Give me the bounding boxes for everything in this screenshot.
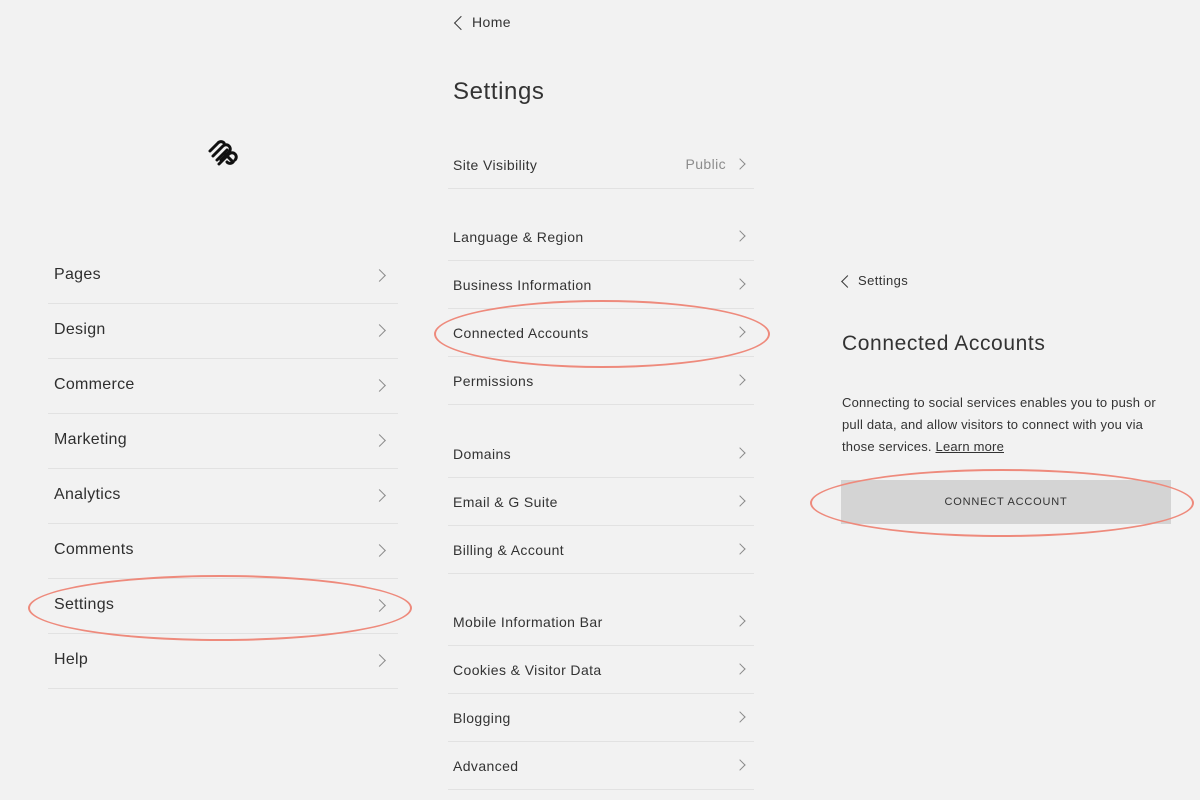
settings-item-label: Language & Region <box>453 229 584 245</box>
settings-item-permissions[interactable]: Permissions <box>448 357 754 405</box>
chevron-right-icon <box>373 654 386 667</box>
settings-back-label: Settings <box>858 273 909 288</box>
settings-group: Mobile Information Bar Cookies & Visitor … <box>448 598 754 790</box>
settings-item-connected-accounts[interactable]: Connected Accounts <box>448 309 754 357</box>
settings-back-link[interactable]: Settings <box>841 273 909 288</box>
home-back-label: Home <box>472 14 511 30</box>
chevron-right-icon <box>373 434 386 447</box>
settings-item-label: Email & G Suite <box>453 494 558 510</box>
settings-item-label: Business Information <box>453 277 592 293</box>
nav-item-comments[interactable]: Comments <box>48 524 398 579</box>
chevron-right-icon <box>373 324 386 337</box>
nav-item-label: Comments <box>54 541 134 558</box>
settings-item-mobile-information-bar[interactable]: Mobile Information Bar <box>448 598 754 646</box>
chevron-right-icon <box>373 489 386 502</box>
settings-panel: Home Settings Site Visibility Public Langu… <box>440 0 770 800</box>
chevron-right-icon <box>734 278 746 290</box>
nav-item-pages[interactable]: Pages <box>48 249 398 304</box>
chevron-right-icon <box>734 663 746 675</box>
connected-accounts-title: Connected Accounts <box>842 332 1046 355</box>
settings-group: Domains Email & G Suite Billing & Account <box>448 430 754 574</box>
nav-item-settings[interactable]: Settings <box>48 579 398 634</box>
nav-item-help[interactable]: Help <box>48 634 398 689</box>
settings-item-label: Permissions <box>453 373 534 389</box>
settings-item-label: Site Visibility <box>453 157 538 173</box>
settings-item-label: Cookies & Visitor Data <box>453 662 602 678</box>
settings-item-label: Mobile Information Bar <box>453 614 603 630</box>
settings-item-cookies-visitor-data[interactable]: Cookies & Visitor Data <box>448 646 754 694</box>
chevron-left-icon <box>453 15 469 30</box>
settings-item-billing-account[interactable]: Billing & Account <box>448 526 754 574</box>
settings-item-value: Public <box>685 156 726 172</box>
settings-group: Language & Region Business Information Con… <box>448 213 754 405</box>
nav-item-design[interactable]: Design <box>48 304 398 359</box>
chevron-right-icon <box>734 326 746 338</box>
settings-item-domains[interactable]: Domains <box>448 430 754 478</box>
settings-item-email-g-suite[interactable]: Email & G Suite <box>448 478 754 526</box>
connect-account-button[interactable]: CONNECT ACCOUNT <box>841 480 1171 524</box>
settings-group: Site Visibility Public <box>448 141 754 189</box>
chevron-right-icon <box>734 543 746 555</box>
settings-item-blogging[interactable]: Blogging <box>448 694 754 742</box>
chevron-right-icon <box>734 374 746 386</box>
nav-item-label: Design <box>54 321 106 338</box>
chevron-right-icon <box>734 711 746 723</box>
connected-accounts-description: Connecting to social services enables yo… <box>842 392 1172 458</box>
squarespace-logo-icon[interactable] <box>206 139 240 167</box>
main-nav-panel: Pages Design Commerce Marketing Analytics Com… <box>0 0 410 800</box>
settings-item-label: Advanced <box>453 758 519 774</box>
nav-item-label: Help <box>54 651 89 668</box>
nav-item-label: Pages <box>54 266 101 283</box>
main-nav-list: Pages Design Commerce Marketing Analytics Com… <box>48 249 398 689</box>
settings-item-label: Domains <box>453 446 512 462</box>
nav-item-label: Analytics <box>54 486 121 503</box>
settings-item-language-region[interactable]: Language & Region <box>448 213 754 261</box>
settings-item-advanced[interactable]: Advanced <box>448 742 754 790</box>
chevron-right-icon <box>373 269 386 282</box>
chevron-left-icon <box>841 274 854 288</box>
connected-accounts-panel: Settings Connected Accounts Connecting t… <box>830 0 1200 800</box>
settings-item-site-visibility[interactable]: Site Visibility Public <box>448 141 754 189</box>
chevron-right-icon <box>734 615 746 627</box>
learn-more-link[interactable]: Learn more <box>936 439 1004 454</box>
chevron-right-icon <box>734 759 746 771</box>
chevron-right-icon <box>373 379 386 392</box>
settings-item-label: Blogging <box>453 710 511 726</box>
chevron-right-icon <box>734 158 746 170</box>
settings-item-label: Connected Accounts <box>453 325 589 341</box>
nav-item-label: Marketing <box>54 431 127 448</box>
chevron-right-icon <box>373 544 386 557</box>
chevron-right-icon <box>373 599 386 612</box>
nav-item-label: Settings <box>54 596 115 613</box>
chevron-right-icon <box>734 230 746 242</box>
home-back-link[interactable]: Home <box>453 14 511 30</box>
nav-item-commerce[interactable]: Commerce <box>48 359 398 414</box>
nav-item-label: Commerce <box>54 376 135 393</box>
chevron-right-icon <box>734 447 746 459</box>
page-title: Settings <box>453 78 545 105</box>
settings-item-business-information[interactable]: Business Information <box>448 261 754 309</box>
nav-item-marketing[interactable]: Marketing <box>48 414 398 469</box>
nav-item-analytics[interactable]: Analytics <box>48 469 398 524</box>
settings-item-label: Billing & Account <box>453 542 565 558</box>
chevron-right-icon <box>734 495 746 507</box>
